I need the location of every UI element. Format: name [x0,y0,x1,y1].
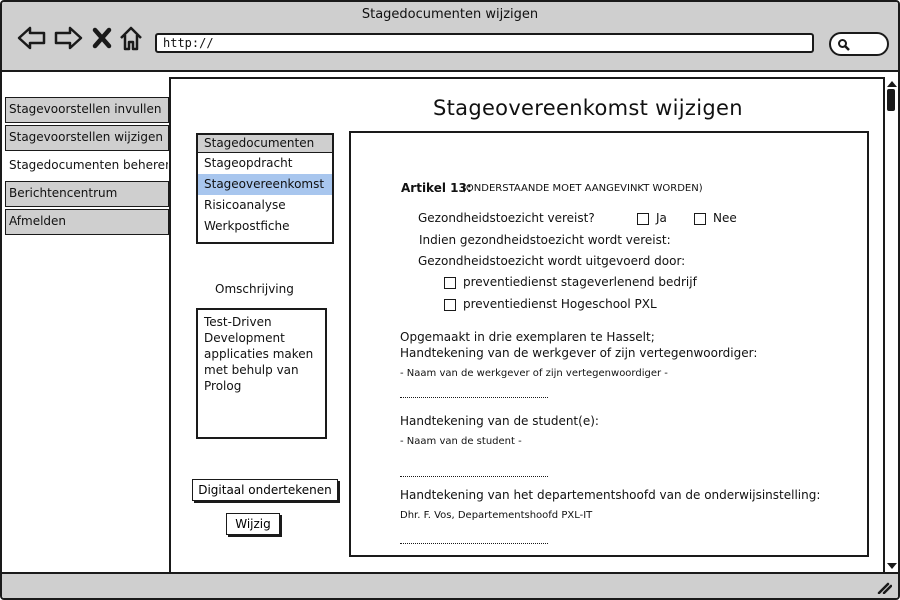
browser-toolbar: Stagedocumenten wijzigen http:// [2,2,898,72]
search-icon [838,39,850,51]
health-line-2: Gezondheidstoezicht wordt uitgevoerd doo… [418,254,686,268]
description-textarea[interactable]: Test-Driven Development applicaties make… [196,308,327,439]
checkbox-preventiedienst-bedrijf[interactable] [444,277,456,289]
scroll-down-arrow-icon[interactable] [885,561,899,571]
health-line-1: Indien gezondheidstoezicht wordt vereist… [419,233,671,247]
home-icon[interactable] [118,24,144,52]
option-preventiedienst-pxl: preventiedienst Hogeschool PXL [463,297,657,311]
digital-sign-button[interactable]: Digitaal ondertekenen [192,479,338,501]
document-item-werkpostfiche[interactable]: Werkpostfiche [198,216,332,237]
document-item-risicoanalyse[interactable]: Risicoanalyse [198,195,332,216]
page-title: Stageovereenkomst wijzigen [433,96,743,120]
head-signature-line [400,543,548,544]
place-statement: Opgemaakt in drie exemplaren te Hasselt; [400,330,655,344]
scroll-up-arrow-icon[interactable] [885,79,899,89]
student-signature-heading: Handtekening van de student(e): [400,414,599,428]
article-note: (ONDERSTAANDE MOET AANGEVINKT WORDEN) [462,183,703,194]
student-name: - Naam van de student - [400,436,522,447]
main-navigation: Stagevoorstellen invullen Stagevoorstell… [5,97,169,237]
browser-window: Stagedocumenten wijzigen http:// Stagevo… [0,0,900,600]
checkbox-ja[interactable] [637,213,649,225]
nav-item-berichtencentrum[interactable]: Berichtencentrum [5,181,169,207]
student-signature-line [400,476,548,477]
document-item-stageopdracht[interactable]: Stageopdracht [198,153,332,174]
scrollbar-thumb[interactable] [887,89,895,111]
edit-button[interactable]: Wijzig [226,513,280,535]
employer-signature-line [400,397,548,398]
nav-item-stagedocumenten-beheren[interactable]: Stagedocumenten beheren [5,153,169,179]
health-question: Gezondheidstoezicht vereist? [418,211,595,225]
head-signature-heading: Handtekening van het departementshoofd v… [400,488,821,502]
forward-arrow-icon[interactable] [53,24,83,52]
option-preventiedienst-bedrijf: preventiedienst stageverlenend bedrijf [463,275,697,289]
status-bar [2,572,898,598]
content-area: Stageovereenkomst wijzigen Stagedocument… [169,77,885,573]
head-name: Dhr. F. Vos, Departementshoofd PXL-IT [400,510,593,521]
employer-signature-heading: Handtekening van de werkgever of zijn ve… [400,346,758,360]
label-nee: Nee [713,211,737,225]
window-title: Stagedocumenten wijzigen [361,7,539,22]
nav-item-stagevoorstellen-wijzigen[interactable]: Stagevoorstellen wijzigen [5,125,169,151]
vertical-scrollbar[interactable] [883,77,899,573]
document-list-header: Stagedocumenten [198,135,332,153]
nav-item-stagevoorstellen-invullen[interactable]: Stagevoorstellen invullen [5,97,169,123]
checkbox-preventiedienst-pxl[interactable] [444,299,456,311]
nav-item-afmelden[interactable]: Afmelden [5,209,169,235]
description-label: Omschrijving [215,282,294,296]
browser-search-field[interactable] [829,32,889,56]
checkbox-nee[interactable] [694,213,706,225]
document-item-stageovereenkomst[interactable]: Stageovereenkomst [198,174,332,195]
address-bar[interactable]: http:// [155,33,814,53]
document-list: Stagedocumenten Stageopdracht Stageovere… [196,133,334,244]
employer-name: - Naam van de werkgever of zijn vertegen… [400,368,668,379]
document-panel: Artikel 13: (ONDERSTAANDE MOET AANGEVINK… [349,131,869,557]
resize-grip-icon[interactable] [876,580,892,594]
back-arrow-icon[interactable] [17,24,47,52]
label-ja: Ja [656,211,667,225]
stop-x-icon[interactable] [90,24,114,52]
